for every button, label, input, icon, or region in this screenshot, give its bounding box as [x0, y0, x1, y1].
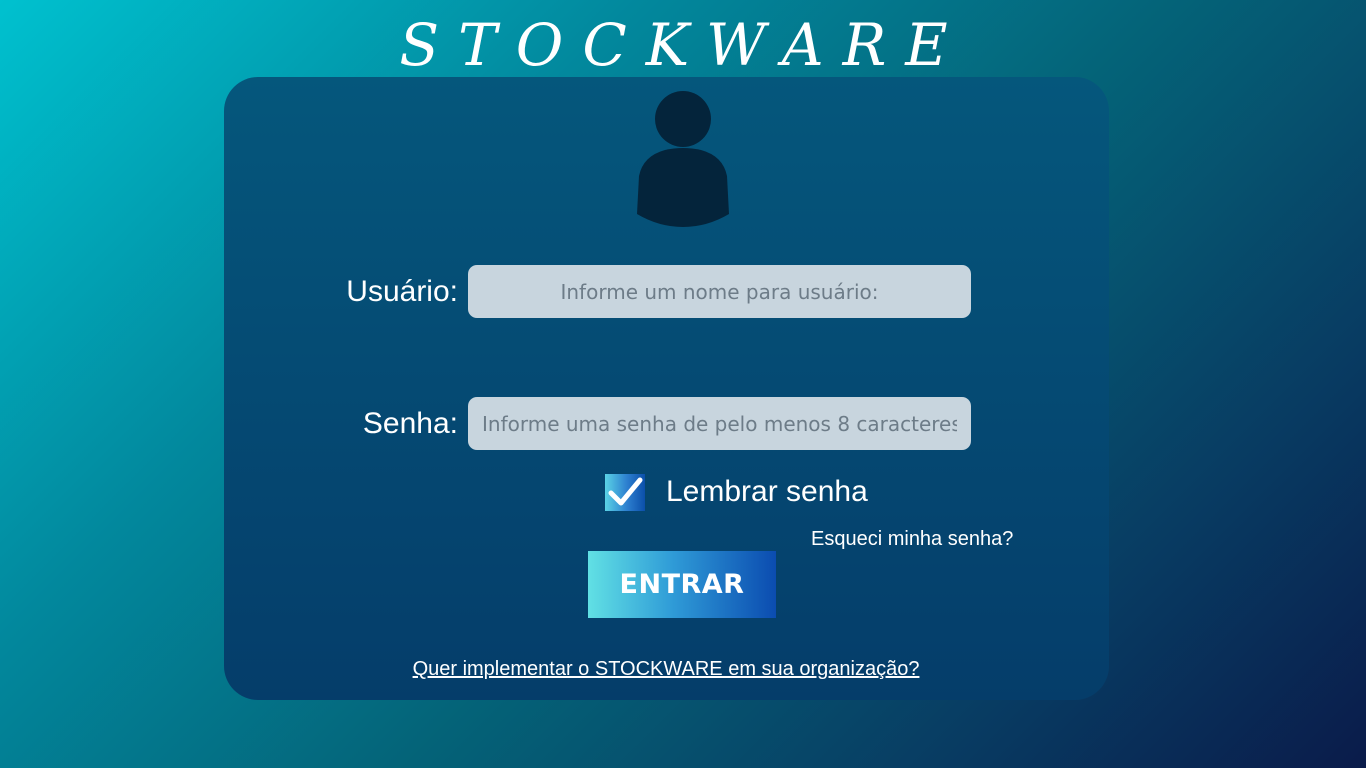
implement-organization-link[interactable]: Quer implementar o STOCKWARE em sua orga…	[0, 657, 1332, 681]
forgot-password-link[interactable]: Esqueci minha senha?	[811, 527, 1013, 551]
password-label: Senha:	[362, 407, 458, 440]
checkmark-icon	[608, 477, 643, 506]
remember-checkbox[interactable]	[605, 474, 645, 511]
brand-title: STOCKWARE	[399, 11, 967, 79]
password-input[interactable]	[468, 397, 971, 450]
remember-password-toggle[interactable]: Lembrar senha	[604, 472, 924, 512]
enter-button[interactable]: ENTRAR	[588, 551, 776, 618]
remember-label: Lembrar senha	[666, 475, 868, 508]
username-input[interactable]	[468, 265, 971, 318]
user-silhouette-icon	[637, 91, 729, 227]
username-label: Usuário:	[346, 275, 458, 308]
